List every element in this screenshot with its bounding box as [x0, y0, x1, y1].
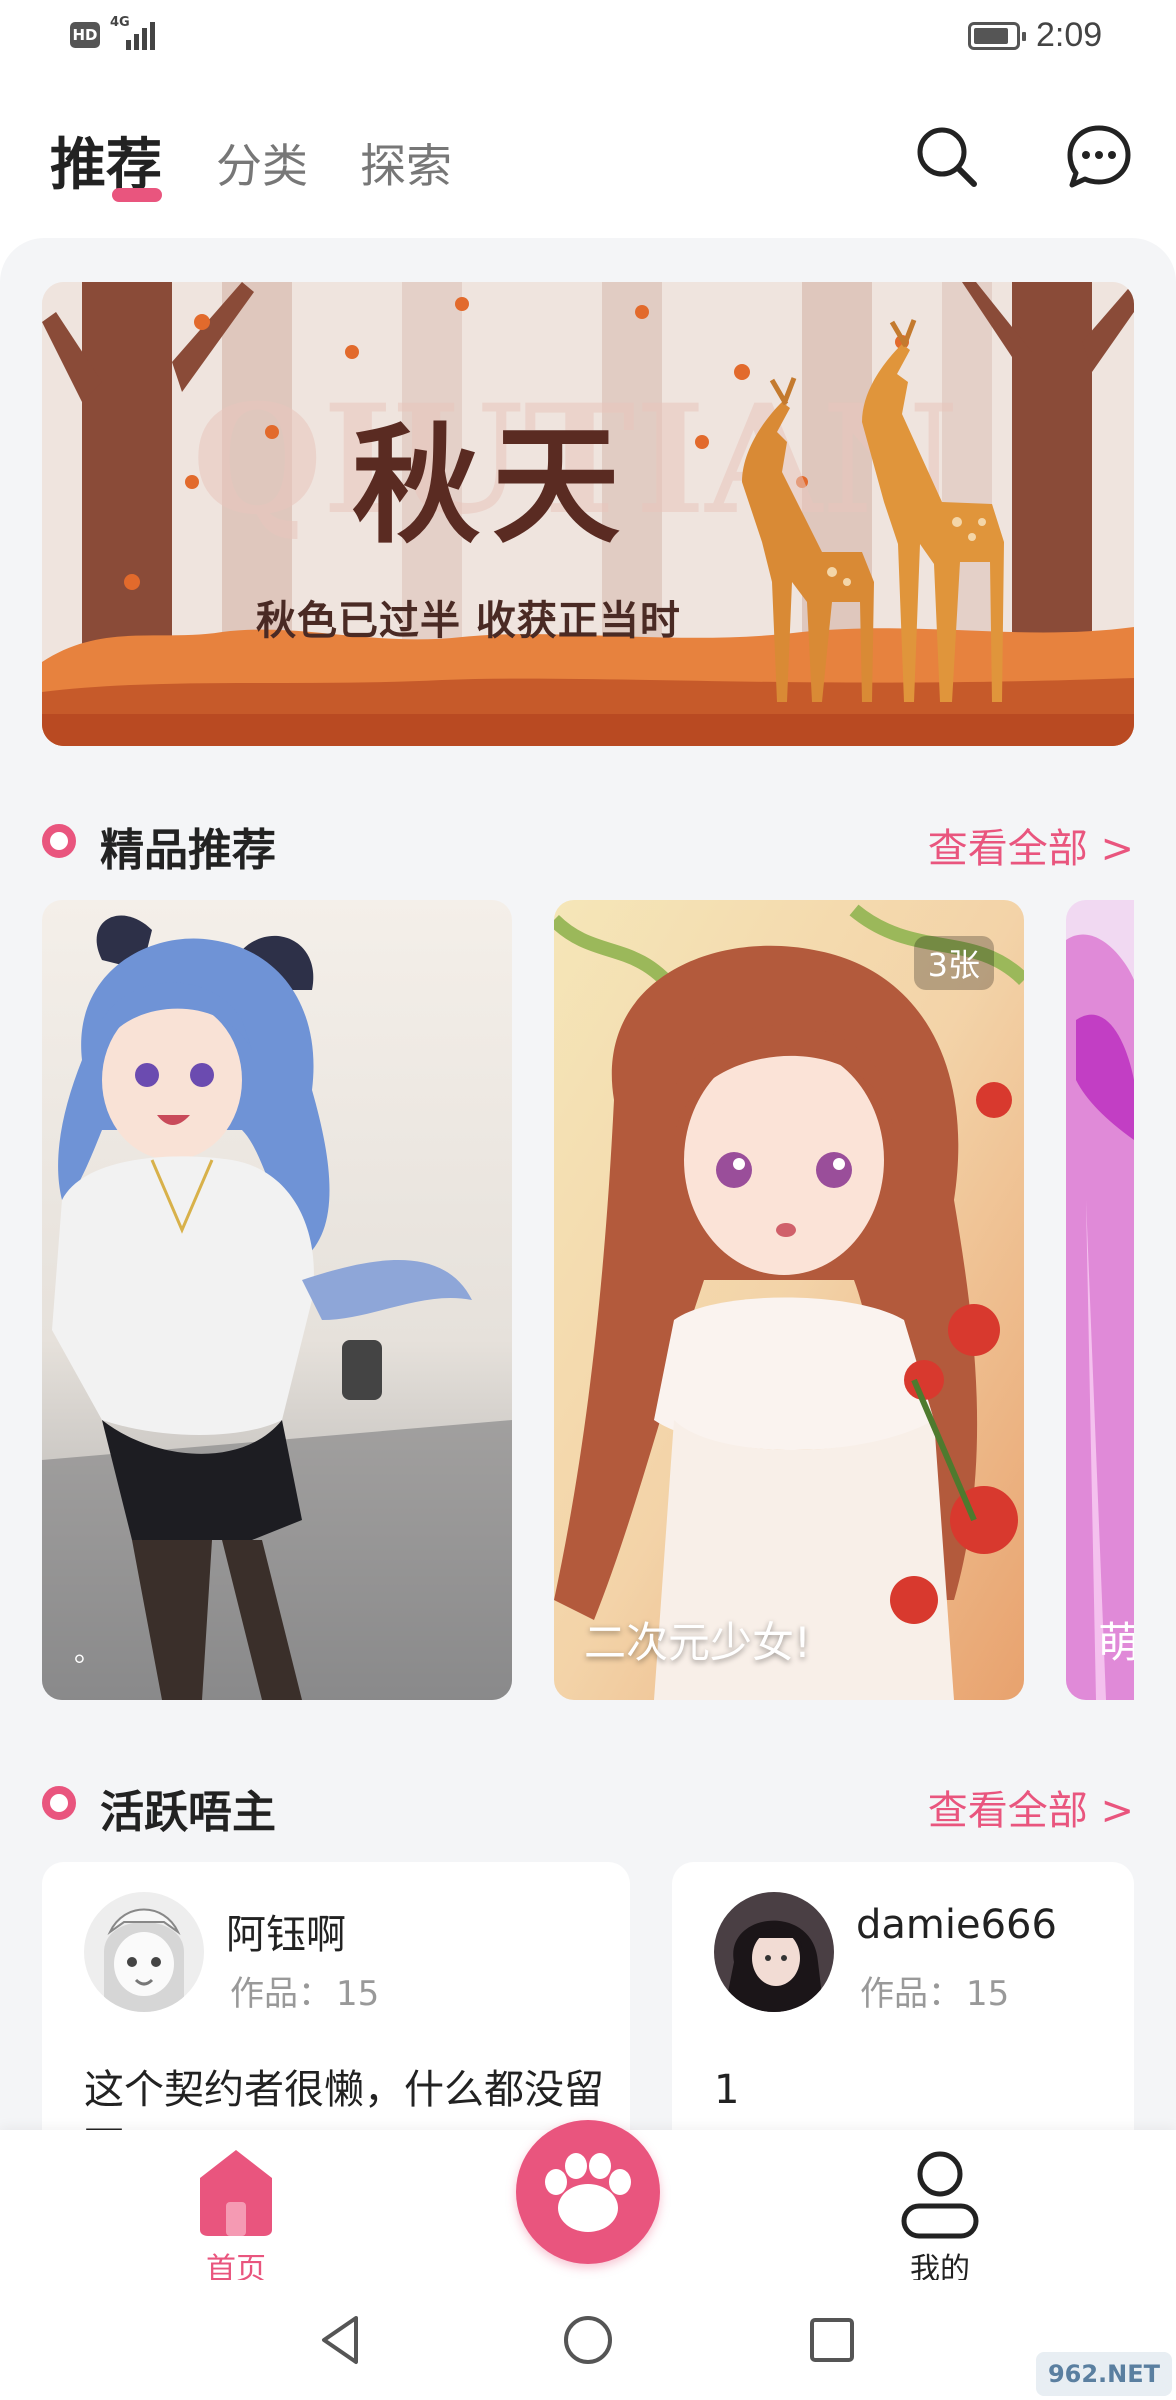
- status-bar: HD 4G 2:09: [0, 0, 1176, 72]
- person-icon: [901, 2151, 979, 2239]
- tab-category[interactable]: 分类: [216, 130, 308, 196]
- search-icon: [917, 127, 977, 187]
- featured-card[interactable]: 。: [42, 900, 512, 1700]
- message-button[interactable]: [1064, 122, 1134, 192]
- card-caption: 。: [74, 1635, 103, 1668]
- paw-center-button[interactable]: [516, 2120, 660, 2264]
- hd-badge: HD: [70, 22, 100, 48]
- tab-me[interactable]: 我的: [860, 2140, 1020, 2287]
- back-triangle-icon: [322, 2316, 358, 2364]
- banner-title: 秋天: [352, 411, 633, 561]
- section-title: 精品推荐: [100, 825, 276, 876]
- active-tab-indicator: [112, 188, 162, 202]
- paw-icon: [545, 2153, 631, 2232]
- battery-icon: [968, 22, 1026, 50]
- system-recents-button[interactable]: [802, 2310, 862, 2370]
- view-all-creators-link[interactable]: 查看全部 >: [928, 1778, 1134, 1836]
- tab-explore[interactable]: 探索: [360, 130, 452, 196]
- avatar-image: [714, 1892, 834, 2012]
- blue-hair-girl-artwork: [42, 900, 512, 1700]
- featured-card[interactable]: 3张 二次元少女!: [554, 900, 1024, 1700]
- section-dot-icon: [42, 1786, 76, 1820]
- pink-hair-girl-artwork: [1066, 900, 1134, 1700]
- clock: 2:09: [1036, 16, 1103, 54]
- card-caption: 萌: [1098, 1618, 1134, 1667]
- section-dot-icon: [42, 824, 76, 858]
- brown-hair-girl-artwork: [554, 900, 1024, 1700]
- home-circle-icon: [564, 2316, 612, 2364]
- featured-section-header: 精品推荐 查看全部 >: [42, 806, 1134, 876]
- image-count-badge: 3张: [913, 936, 994, 990]
- avatar-image: [84, 1892, 204, 2012]
- featured-card[interactable]: 萌: [1066, 900, 1134, 1700]
- autumn-banner[interactable]: QIUTIAN 秋天 秋色已过半 收获正当时: [42, 282, 1134, 746]
- recents-square-icon: [810, 2318, 854, 2362]
- site-watermark: 962.NET: [1036, 2352, 1172, 2396]
- section-title: 活跃唔主: [100, 1787, 276, 1838]
- tab-home[interactable]: 首页: [156, 2140, 316, 2287]
- creator-name: 阿钰啊: [226, 1912, 346, 1958]
- chat-bubble-icon: [1067, 125, 1131, 188]
- system-back-button[interactable]: [312, 2310, 372, 2370]
- creator-works-count: 作品： 15: [230, 1974, 380, 2014]
- home-icon: [200, 2150, 272, 2236]
- card-caption: 二次元少女!: [584, 1618, 811, 1667]
- creator-name: damie666: [856, 1902, 1057, 1948]
- view-all-featured-link[interactable]: 查看全部 >: [928, 816, 1134, 874]
- creators-section-header: 活跃唔主 查看全部 >: [42, 1768, 1134, 1838]
- top-nav: 推荐 分类 探索: [0, 110, 1176, 220]
- creator-bio: 1: [714, 2067, 740, 2113]
- banner-subtitle: 秋色已过半 收获正当时: [256, 598, 681, 644]
- system-navigation-bar: [0, 2280, 1176, 2400]
- creator-card[interactable]: 阿钰啊 作品：15 这个契约者很懒，什么都没留下: [42, 1862, 630, 2162]
- system-home-button[interactable]: [558, 2310, 618, 2370]
- creator-works-count: 作品： 15: [860, 1974, 1010, 2014]
- signal-icon: [126, 20, 162, 50]
- creator-card[interactable]: damie666 作品： 15 1: [672, 1862, 1134, 2162]
- search-button[interactable]: [912, 122, 982, 192]
- avatar[interactable]: [84, 1892, 204, 2012]
- content-panel: QIUTIAN 秋天 秋色已过半 收获正当时 精品推荐 查看全部 > 。 3张 …: [0, 238, 1176, 2162]
- avatar[interactable]: [714, 1892, 834, 2012]
